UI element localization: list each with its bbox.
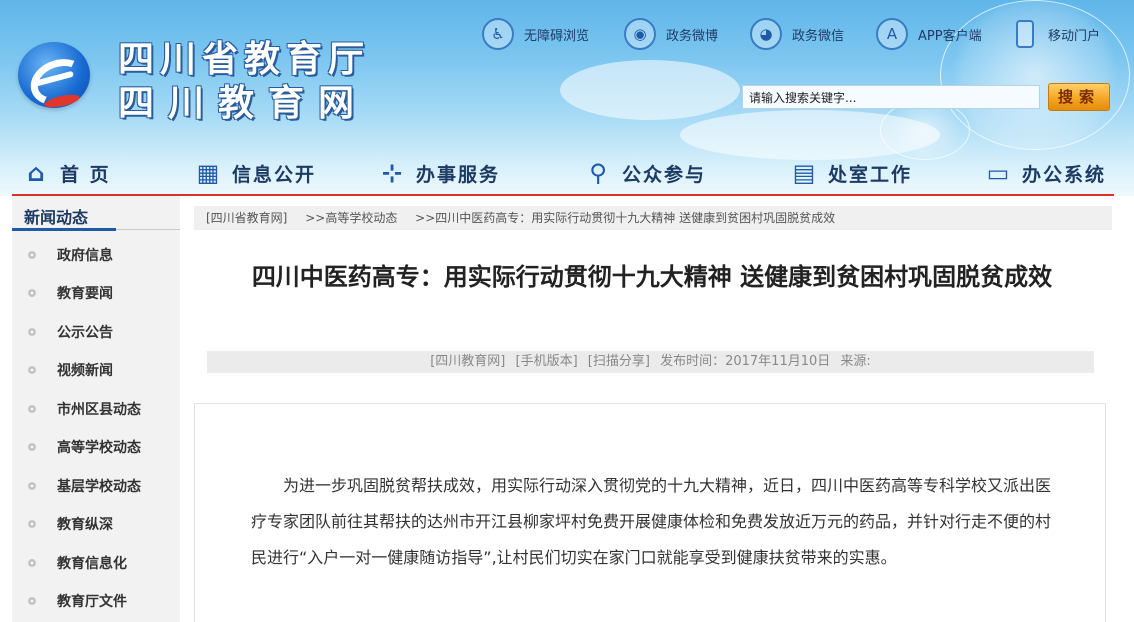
- nav-office-system[interactable]: ▭ 办公系统: [984, 156, 1106, 190]
- accessibility-icon: ♿: [482, 18, 514, 50]
- service-icon: ⊹: [381, 159, 405, 187]
- nav-public-participation[interactable]: ⚲ 公众参与: [584, 156, 706, 190]
- sidebar-item-education-it[interactable]: 教育信息化: [12, 544, 180, 582]
- bullet-icon: [28, 443, 36, 451]
- wechat-icon: ◕: [750, 18, 782, 50]
- bullet-icon: [28, 520, 36, 528]
- sidebar-item-label: 教育纵深: [57, 517, 113, 533]
- breadcrumb-category-link[interactable]: >>高等学校动态: [305, 211, 397, 225]
- weibo-link-label: 政务微博: [666, 28, 719, 44]
- accessibility-link-label: 无障碍浏览: [524, 28, 590, 44]
- sidebar-item-education-news[interactable]: 教育要闻: [12, 274, 180, 312]
- sidebar-heading-rule: [116, 229, 180, 230]
- sidebar-heading-label: 新闻动态: [24, 208, 89, 227]
- nav-department-work[interactable]: ▤ 处室工作: [790, 156, 912, 190]
- bullet-icon: [28, 328, 36, 336]
- sidebar-item-announcements[interactable]: 公示公告: [12, 313, 180, 351]
- site-title-line2: 四川教育网: [118, 82, 369, 124]
- wechat-link[interactable]: ◕ 政务微信: [750, 16, 844, 52]
- sidebar-item-label: 高等学校动态: [57, 440, 141, 456]
- app-link-label: APP客户端: [918, 28, 982, 44]
- search-button[interactable]: 搜索: [1048, 83, 1110, 111]
- meta-share-link[interactable]: [扫描分享]: [588, 354, 650, 369]
- article-title: 四川中医药高专：用实际行动贯彻十九大精神 送健康到贫困村巩固脱贫成效: [251, 263, 1053, 291]
- sidebar-item-label: 教育要闻: [57, 286, 113, 302]
- sidebar-heading-underline: [12, 228, 116, 231]
- wechat-link-label: 政务微信: [792, 28, 845, 44]
- nav-info-disclosure[interactable]: ▦ 信息公开: [194, 156, 316, 190]
- bullet-icon: [28, 597, 36, 605]
- meta-mobile-link[interactable]: [手机版本]: [516, 354, 578, 369]
- bullet-icon: [28, 251, 36, 259]
- app-link[interactable]: A APP客户端: [876, 16, 982, 52]
- sidebar-item-label: 视频新闻: [57, 363, 113, 379]
- sidebar-item-city-county-news[interactable]: 市州区县动态: [12, 390, 180, 428]
- sidebar-item-university-news[interactable]: 高等学校动态: [12, 428, 180, 466]
- breadcrumb-current[interactable]: >>四川中医药高专：用实际行动贯彻十九大精神 送健康到贫困村巩固脱贫成效: [415, 211, 835, 225]
- nav-services[interactable]: ⊹ 办事服务: [378, 156, 500, 190]
- nav-home-label: 首 页: [60, 163, 111, 186]
- article-meta: [四川教育网] [手机版本] [扫描分享] 发布时间：2017年11月10日 来…: [207, 351, 1094, 373]
- monitor-icon: ▭: [986, 159, 1012, 187]
- nav-office-system-label: 办公系统: [1022, 163, 1107, 186]
- mobile-icon: [1016, 20, 1034, 48]
- user-search-icon: ⚲: [589, 159, 609, 187]
- sidebar-heading: 新闻动态: [12, 204, 180, 232]
- nav-public-participation-label: 公众参与: [622, 163, 707, 186]
- bullet-icon: [28, 559, 36, 567]
- bullet-icon: [28, 366, 36, 374]
- main-nav: ⌂ 首 页 ▦ 信息公开 ⊹ 办事服务 ⚲ 公众参与 ▤ 处室工作 ▭ 办公系统: [0, 148, 1134, 196]
- sidebar-item-label: 教育厅文件: [57, 594, 127, 610]
- bullet-icon: [28, 482, 36, 490]
- article-body-paragraph: 为进一步巩固脱贫帮扶成效，用实际行动深入贯彻党的十九大精神，近日，四川中医药高等…: [251, 476, 1052, 567]
- sidebar-item-department-documents[interactable]: 教育厅文件: [12, 582, 180, 620]
- article-content: 为进一步巩固脱贫帮扶成效，用实际行动深入贯彻党的十九大精神，近日，四川中医药高等…: [194, 403, 1106, 622]
- sidebar-item-label: 基层学校动态: [57, 479, 141, 495]
- weibo-link[interactable]: ◉ 政务微博: [624, 16, 718, 52]
- header-cloud-decoration: [560, 60, 740, 120]
- app-store-icon: A: [876, 18, 908, 50]
- sidebar-item-label: 公示公告: [57, 325, 113, 341]
- sidebar-item-grassroots-school-news[interactable]: 基层学校动态: [12, 467, 180, 505]
- calendar-icon: ▤: [792, 159, 818, 187]
- sidebar-item-label: 政府信息: [57, 248, 113, 264]
- sidebar-item-label: 市州区县动态: [57, 402, 141, 418]
- home-icon: ⌂: [27, 159, 47, 187]
- sidebar-item-label: 教育信息化: [57, 556, 127, 572]
- mobile-portal-link[interactable]: 移动门户: [1016, 16, 1100, 52]
- meta-source-link[interactable]: [四川教育网]: [430, 354, 505, 369]
- sidebar-item-government-info[interactable]: 政府信息: [12, 236, 180, 274]
- sidebar-item-video-news[interactable]: 视频新闻: [12, 351, 180, 389]
- bullet-icon: [28, 405, 36, 413]
- building-icon: ▦: [196, 159, 222, 187]
- nav-info-disclosure-label: 信息公开: [232, 163, 317, 186]
- bullet-icon: [28, 289, 36, 297]
- weibo-icon: ◉: [624, 18, 656, 50]
- mobile-portal-link-label: 移动门户: [1048, 28, 1101, 44]
- sidebar-item-education-depth[interactable]: 教育纵深: [12, 505, 180, 543]
- sidebar: 新闻动态 政府信息 教育要闻 公示公告 视频新闻 市州区县动态 高等学校动态 基…: [12, 196, 180, 622]
- breadcrumb-home-link[interactable]: [四川省教育网]: [206, 211, 287, 225]
- breadcrumb: [四川省教育网] >>高等学校动态 >>四川中医药高专：用实际行动贯彻十九大精神…: [194, 206, 1112, 230]
- meta-published-date: 发布时间：2017年11月10日: [660, 354, 831, 369]
- search-input[interactable]: [742, 85, 1040, 109]
- nav-department-work-label: 处室工作: [828, 163, 913, 186]
- top-links: ♿ 无障碍浏览 ◉ 政务微博 ◕ 政务微信 A APP客户端 移动门户: [480, 16, 1120, 52]
- accessibility-link[interactable]: ♿ 无障碍浏览: [482, 16, 589, 52]
- nav-home[interactable]: ⌂ 首 页: [22, 156, 111, 190]
- meta-origin: 来源:: [840, 354, 871, 369]
- nav-services-label: 办事服务: [416, 163, 501, 186]
